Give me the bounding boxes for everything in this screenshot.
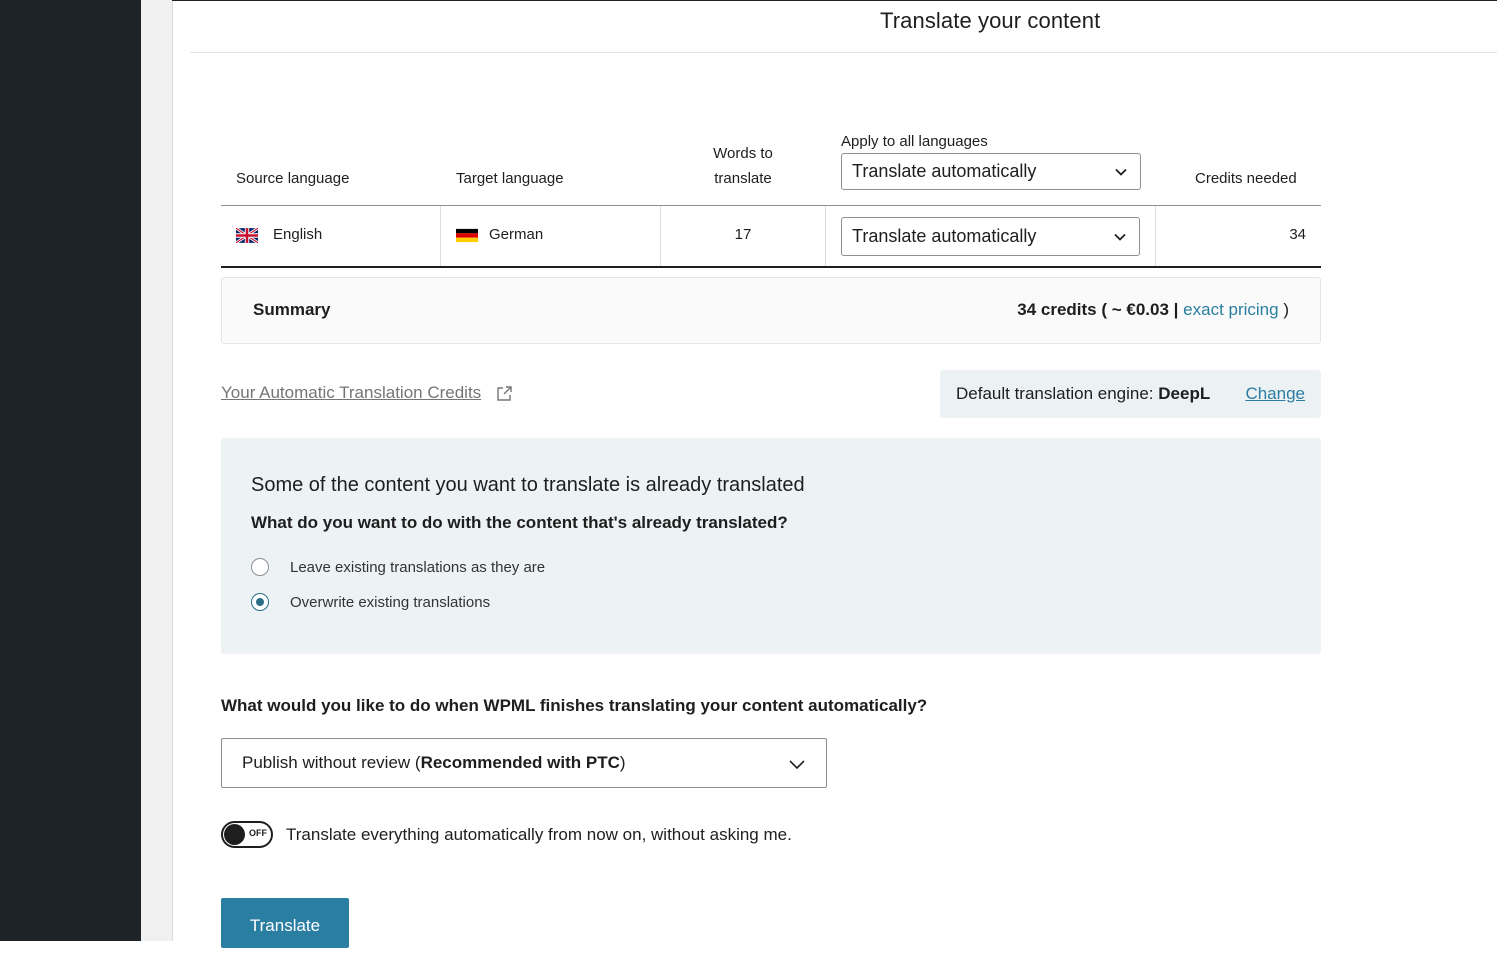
uk-flag-icon: [236, 228, 258, 243]
summary-credits: 34 credits ( ~ €0.03 |: [1017, 300, 1179, 319]
translation-engine-box: Default translation engine: DeepL Change: [940, 370, 1321, 418]
table-header-rule: [221, 205, 1321, 206]
review-mode-select[interactable]: Publish without review (Recommended with…: [221, 738, 827, 788]
header-target-language: Target language: [456, 170, 564, 187]
row-credits-needed: 34: [1289, 226, 1306, 243]
review-mode-prefix: Publish without review (: [242, 753, 421, 772]
cell-divider: [440, 206, 441, 266]
radio-overwrite-existing[interactable]: [251, 593, 269, 611]
row-method-select[interactable]: Translate automatically: [841, 217, 1140, 256]
exact-pricing-link[interactable]: exact pricing: [1183, 300, 1278, 319]
automatic-translation-credits-link[interactable]: Your Automatic Translation Credits: [221, 383, 481, 403]
row-source-language: English: [273, 226, 323, 243]
german-flag-icon: [456, 228, 478, 243]
option-overwrite-existing-label: Overwrite existing translations: [290, 593, 491, 611]
review-question: What would you like to do when WPML fini…: [221, 696, 928, 715]
cell-divider: [660, 206, 661, 266]
notice-question: What do you want to do with the content …: [251, 513, 788, 532]
page-title: Translate your content: [880, 8, 1101, 33]
header-words-line2: translate: [714, 170, 772, 187]
option-leave-existing-label: Leave existing translations as they are: [290, 558, 546, 576]
row-target-language: German: [489, 226, 544, 243]
toggle-knob: [224, 824, 245, 845]
option-overwrite-existing[interactable]: Overwrite existing translations: [251, 593, 490, 611]
title-divider: [190, 52, 1497, 53]
engine-label: Default translation engine:: [956, 384, 1154, 403]
translate-everything-label: Translate everything automatically from …: [286, 825, 792, 844]
cell-divider: [1155, 206, 1156, 266]
header-words-line1: Words to: [713, 145, 773, 162]
row-words-count: 17: [734, 226, 752, 243]
summary-box: Summary 34 credits ( ~ €0.03 | exact pri…: [221, 277, 1321, 344]
engine-name: DeepL: [1158, 384, 1211, 403]
external-link-icon[interactable]: [496, 385, 513, 402]
toggle-state-label: OFF: [249, 828, 267, 838]
header-source-language: Source language: [236, 170, 350, 187]
cell-divider: [825, 206, 826, 266]
admin-sidebar: [0, 0, 141, 941]
option-leave-existing[interactable]: Leave existing translations as they are: [251, 558, 545, 576]
summary-value: 34 credits ( ~ €0.03 | exact pricing ): [1017, 300, 1289, 320]
review-mode-value: Publish without review (Recommended with…: [242, 753, 626, 773]
apply-all-select[interactable]: Translate automatically: [841, 153, 1141, 190]
engine-info: Default translation engine: DeepL: [956, 384, 1210, 404]
already-translated-notice: Some of the content you want to translat…: [221, 438, 1321, 654]
row-method-select-value: Translate automatically: [852, 226, 1037, 246]
radio-leave-existing[interactable]: [251, 558, 269, 576]
content-gutter: [141, 0, 173, 941]
apply-all-select-value: Translate automatically: [852, 161, 1037, 181]
change-engine-link[interactable]: Change: [1245, 384, 1305, 404]
notice-title: Some of the content you want to translat…: [251, 474, 805, 496]
summary-close-paren: ): [1283, 300, 1289, 319]
review-mode-recommended: Recommended with PTC: [420, 753, 620, 772]
header-apply-all: Apply to all languages: [841, 133, 988, 150]
chevron-down-icon: [1114, 233, 1126, 241]
chevron-down-icon: [789, 760, 805, 770]
header-credits-needed: Credits needed: [1195, 170, 1297, 187]
table-bottom-rule: [221, 266, 1321, 268]
review-mode-suffix: ): [619, 753, 626, 772]
translate-everything-toggle[interactable]: OFF: [221, 821, 273, 848]
summary-label: Summary: [253, 300, 331, 319]
chevron-down-icon: [1115, 168, 1127, 176]
